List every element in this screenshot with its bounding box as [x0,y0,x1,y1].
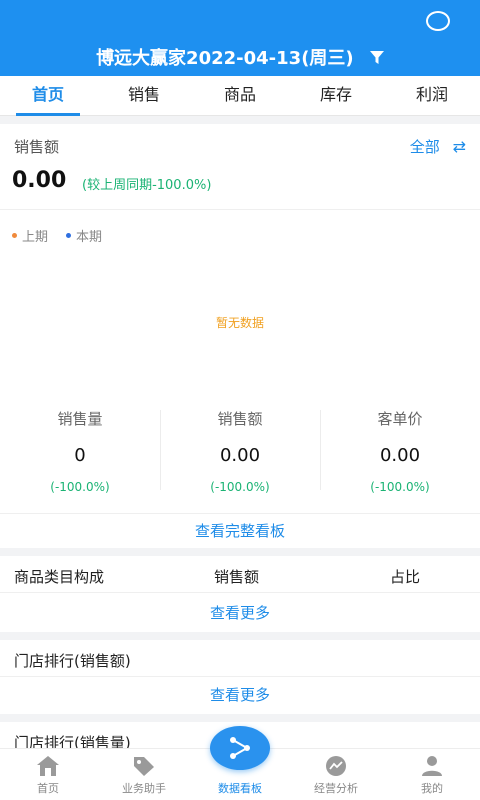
nav-mine[interactable]: 我的 [384,749,480,800]
swap-icon[interactable]: ⇄ [453,137,466,156]
view-full-board-link[interactable]: 查看完整看板 [0,520,480,541]
nav-business-assistant-label: 业务助手 [122,782,166,795]
legend-dot-current [66,233,72,238]
data-board-center-button[interactable] [210,726,270,770]
nav-home-label: 首页 [37,782,59,795]
nav-business-assistant[interactable]: 业务助手 [96,749,192,800]
sales-card: 销售额 全部 ⇄ 0.00 (较上周同期-100.0%) 上期 本期 暂无数据 … [0,124,480,548]
stat-label: 销售量 [57,410,103,428]
circle-icon[interactable] [426,11,450,31]
stat-pct: (-100.0%) [50,480,110,494]
sales-compare: (较上周同期-100.0%) [82,178,212,193]
nav-home[interactable]: 首页 [0,749,96,800]
category-col-sales: 销售额 [214,568,260,586]
divider [0,209,480,210]
store-ranking-amount-title: 门店排行(销售额) [14,652,131,670]
nav-mine-label: 我的 [421,782,443,795]
filter-all-button[interactable]: 全部 ⇄ [410,136,466,157]
legend-dot-previous [12,233,17,238]
page-title[interactable]: 博远大赢家2022-04-13(周三) [0,44,480,70]
page-title-text: 博远大赢家2022-04-13(周三) [96,48,354,69]
nav-business-analysis-label: 经营分析 [314,782,358,795]
tab-profit[interactable]: 利润 [384,76,480,115]
share-icon [230,737,250,759]
tab-home[interactable]: 首页 [0,76,96,116]
tab-sales[interactable]: 销售 [96,76,192,115]
nav-business-analysis[interactable]: 经营分析 [288,749,384,800]
stat-value: 0.00 [219,445,261,466]
stat-value: 0.00 [379,445,421,466]
stat-value: 0 [74,445,86,466]
divider [0,592,480,593]
divider [0,513,480,514]
sales-title: 销售额 [14,138,60,156]
stat-label: 销售额 [217,410,263,428]
store-ranking-amount-card: 门店排行(销售额) 查看更多 [0,640,480,714]
filter-icon[interactable] [369,51,384,65]
nav-data-board-label: 数据看板 [218,782,262,795]
filter-all-label: 全部 [409,138,440,156]
category-col-ratio: 占比 [390,568,421,586]
tab-goods[interactable]: 商品 [192,76,288,115]
category-more-link[interactable]: 查看更多 [0,602,480,623]
stat-unit-price: 客单价 0.00 (-100.0%) [320,404,480,494]
stat-amount: 销售额 0.00 (-100.0%) [160,404,320,494]
stat-pct: (-100.0%) [370,480,430,494]
home-icon [37,756,59,776]
legend-label-previous: 上期 [22,230,49,245]
user-icon [422,756,442,776]
stat-quantity: 销售量 0 (-100.0%) [0,404,160,494]
chart-legend: 上期 本期 [12,226,102,245]
legend-label-current: 本期 [76,230,103,245]
stat-label: 客单价 [377,410,423,428]
category-col-name: 商品类目构成 [14,568,105,586]
tab-inventory[interactable]: 库存 [288,76,384,115]
sales-stats: 销售量 0 (-100.0%) 销售额 0.00 (-100.0%) 客单价 0… [0,404,480,494]
tag-icon [134,757,154,776]
sales-amount: 0.00 [12,168,67,193]
divider [0,676,480,677]
app-header: 博远大赢家2022-04-13(周三) [0,0,480,76]
analysis-icon [326,756,346,776]
no-data-text: 暂无数据 [215,316,264,330]
legend-item-current[interactable]: 本期 [66,226,102,245]
store-ranking-amount-more-link[interactable]: 查看更多 [0,684,480,705]
category-header-row: 商品类目构成 销售额 占比 [0,566,480,587]
top-tabs: 首页 销售 商品 库存 利润 [0,76,480,116]
stat-pct: (-100.0%) [210,480,270,494]
category-card: 商品类目构成 销售额 占比 查看更多 [0,556,480,632]
legend-item-previous[interactable]: 上期 [12,226,48,245]
